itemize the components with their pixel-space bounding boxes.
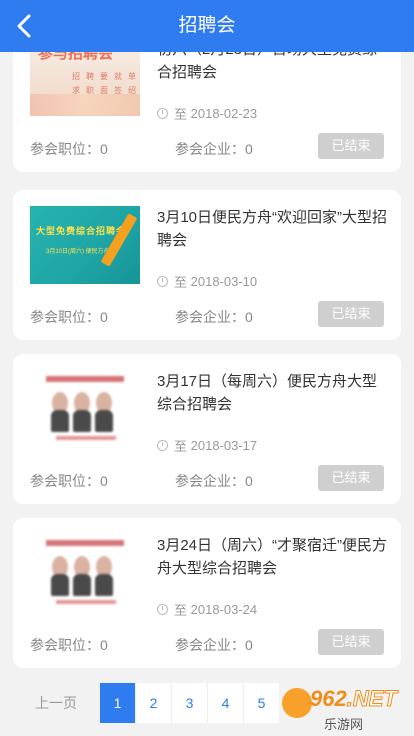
ended-status-button[interactable]: 已结束	[318, 133, 384, 159]
job-fair-card[interactable]: 3月17日（每周六）便民方舟大型综合招聘会 至 2018-03-17 参会职位：…	[13, 354, 401, 504]
positions-count: 参会职位：0	[30, 473, 108, 489]
site-watermark: 962.NET 乐游网	[280, 686, 408, 734]
date-prefix: 至	[174, 439, 188, 454]
watermark-subtitle: 乐游网	[324, 717, 364, 732]
job-fair-title[interactable]: 3月17日（每周六）便民方舟大型综合招聘会	[157, 370, 389, 416]
page-button-1[interactable]: 1	[99, 683, 135, 723]
companies-count: 参会企业：0	[175, 473, 253, 489]
top-app-bar: 招聘会	[0, 0, 414, 52]
thumbnail-text: 大型免费综合招聘会	[36, 226, 127, 236]
thumbnail-text: 参与招聘会	[38, 52, 114, 62]
job-fair-thumbnail: 参与招聘会 招聘要就单求职面签绍	[30, 52, 140, 116]
ended-status-button[interactable]: 已结束	[318, 465, 384, 491]
prev-page-button[interactable]: 上一页	[13, 683, 99, 723]
watermark-logo-icon	[282, 688, 312, 718]
job-fair-date: 至 2018-02-23	[157, 104, 257, 123]
page-button-2[interactable]: 2	[135, 683, 171, 723]
clock-icon	[157, 276, 168, 287]
thumbnail-subtext: 3月10日(周六) 便民方舟	[46, 249, 110, 255]
job-fair-card[interactable]: 参与招聘会 招聘要就单求职面签绍 初六（2月23日）首场大型免费综合招聘会 至 …	[13, 52, 401, 172]
companies-count: 参会企业：0	[175, 309, 253, 325]
job-fair-card[interactable]: 3月24日（周六）“才聚宿迁”便民方舟大型综合招聘会 至 2018-03-24 …	[13, 518, 401, 668]
companies-count: 参会企业：0	[175, 637, 253, 653]
job-fair-date: 至 2018-03-24	[157, 600, 257, 619]
page-title: 招聘会	[178, 15, 236, 36]
job-fair-card[interactable]: 大型免费综合招聘会 3月10日(周六) 便民方舟 3月10日便民方舟“欢迎回家”…	[13, 190, 401, 340]
date-prefix: 至	[174, 275, 188, 290]
date-value: 2018-02-23	[190, 106, 258, 121]
job-fair-title[interactable]: 3月24日（周六）“才聚宿迁”便民方舟大型综合招聘会	[157, 534, 389, 580]
page-button-4[interactable]: 4	[207, 683, 243, 723]
date-prefix: 至	[174, 603, 188, 618]
ended-status-button[interactable]: 已结束	[318, 301, 384, 327]
job-fair-thumbnail: 大型免费综合招聘会 3月10日(周六) 便民方舟	[30, 206, 140, 284]
job-fair-thumbnail	[30, 370, 140, 448]
companies-count: 参会企业：0	[175, 141, 253, 157]
clock-icon	[157, 108, 168, 119]
page-button-5[interactable]: 5	[243, 683, 279, 723]
date-value: 2018-03-17	[190, 438, 258, 453]
job-fair-date: 至 2018-03-17	[157, 436, 257, 455]
job-fair-list[interactable]: 参与招聘会 招聘要就单求职面签绍 初六（2月23日）首场大型免费综合招聘会 至 …	[0, 52, 414, 736]
positions-count: 参会职位：0	[30, 637, 108, 653]
thumbnail-decoration	[30, 94, 140, 116]
clock-icon	[157, 604, 168, 615]
job-fair-title[interactable]: 初六（2月23日）首场大型免费综合招聘会	[157, 52, 389, 84]
date-prefix: 至	[174, 107, 188, 122]
watermark-number: 962.NET	[310, 686, 397, 712]
date-value: 2018-03-24	[190, 602, 258, 617]
page-button-3[interactable]: 3	[171, 683, 207, 723]
clock-icon	[157, 440, 168, 451]
date-value: 2018-03-10	[190, 274, 258, 289]
job-fair-date: 至 2018-03-10	[157, 272, 257, 291]
job-fair-thumbnail	[30, 534, 140, 612]
job-fair-title[interactable]: 3月10日便民方舟“欢迎回家”大型招聘会	[157, 206, 389, 252]
ended-status-button[interactable]: 已结束	[318, 629, 384, 655]
positions-count: 参会职位：0	[30, 141, 108, 157]
positions-count: 参会职位：0	[30, 309, 108, 325]
pencil-graphic	[100, 213, 138, 267]
